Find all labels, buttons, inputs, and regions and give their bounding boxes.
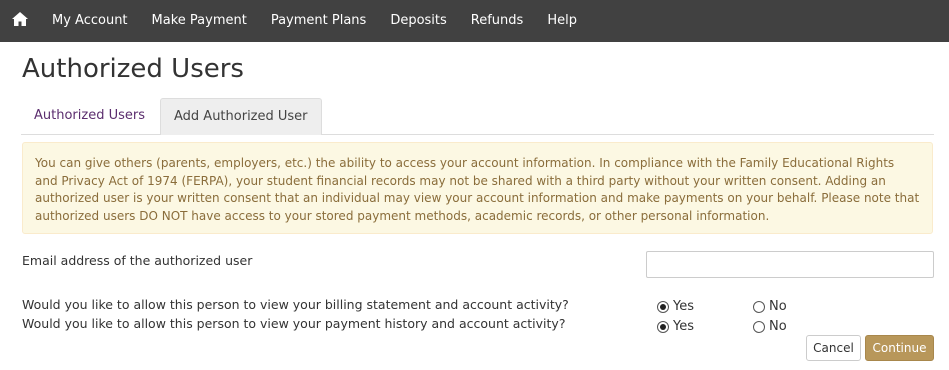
radio-label: Yes: [673, 299, 694, 314]
radio-checked-icon: [657, 300, 669, 313]
nav-my-account[interactable]: My Account: [40, 0, 140, 42]
tab-bar: Authorized Users Add Authorized User: [21, 98, 934, 135]
nav-payment-plans[interactable]: Payment Plans: [259, 0, 378, 42]
nav-help[interactable]: Help: [535, 0, 589, 42]
ferpa-notice: You can give others (parents, employers,…: [22, 142, 933, 234]
billing-yes-radio[interactable]: Yes: [657, 299, 694, 314]
radio-label: No: [769, 319, 787, 334]
payment-history-yes-radio[interactable]: Yes: [657, 319, 694, 334]
question-payment-history: Would you like to allow this person to v…: [22, 316, 566, 331]
billing-no-radio[interactable]: No: [753, 299, 787, 314]
radio-unchecked-icon: [753, 320, 765, 333]
nav-refunds[interactable]: Refunds: [459, 0, 536, 42]
email-field[interactable]: [646, 251, 934, 278]
tab-authorized-users[interactable]: Authorized Users: [21, 98, 158, 134]
email-label: Email address of the authorized user: [22, 253, 253, 268]
cancel-button[interactable]: Cancel: [806, 335, 861, 361]
payment-history-no-radio[interactable]: No: [753, 319, 787, 334]
radio-label: No: [769, 299, 787, 314]
home-link[interactable]: [0, 0, 40, 42]
radio-checked-icon: [657, 320, 669, 333]
nav-make-payment[interactable]: Make Payment: [140, 0, 259, 42]
nav-deposits[interactable]: Deposits: [378, 0, 458, 42]
top-navbar: My Account Make Payment Payment Plans De…: [0, 0, 949, 42]
home-icon: [11, 11, 29, 31]
continue-button[interactable]: Continue: [865, 335, 934, 361]
radio-label: Yes: [673, 319, 694, 334]
tab-add-authorized-user[interactable]: Add Authorized User: [160, 98, 322, 135]
radio-unchecked-icon: [753, 300, 765, 313]
question-billing-statement: Would you like to allow this person to v…: [22, 297, 569, 312]
page-title: Authorized Users: [22, 54, 244, 84]
